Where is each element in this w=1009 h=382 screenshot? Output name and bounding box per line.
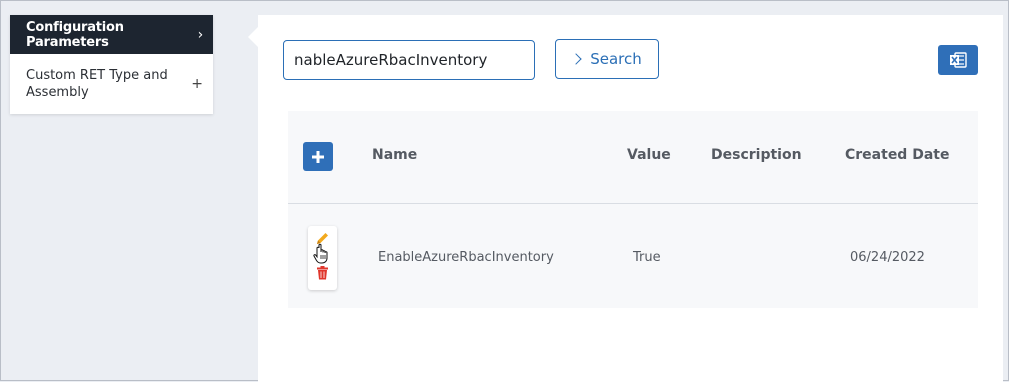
search-input[interactable]	[283, 40, 535, 80]
main-panel: Search Name Value Description Created Da…	[258, 15, 1003, 382]
sidebar-item-custom-ret-type[interactable]: Custom RET Type and Assembly +	[10, 54, 213, 114]
plus-icon	[312, 150, 324, 163]
table-row: EnableAzureRbacInventory True 06/24/2022	[288, 204, 978, 308]
column-header-value[interactable]: Value	[627, 147, 671, 163]
parameters-table: Name Value Description Created Date Enab…	[288, 111, 978, 308]
cell-name: EnableAzureRbacInventory	[378, 250, 554, 265]
panel-pointer	[248, 27, 258, 47]
sidebar-item-configuration-parameters[interactable]: Configuration Parameters ›	[10, 15, 213, 54]
chevron-right-icon	[570, 53, 582, 65]
column-header-name[interactable]: Name	[372, 147, 417, 163]
sidebar-item-label: Custom RET Type and Assembly	[26, 68, 168, 100]
table-header: Name Value Description Created Date	[288, 111, 978, 204]
excel-icon	[950, 52, 967, 68]
trash-icon[interactable]	[316, 266, 329, 280]
row-actions	[308, 226, 337, 290]
column-header-description[interactable]: Description	[711, 147, 802, 163]
hand-cursor-icon	[313, 243, 328, 264]
search-button[interactable]: Search	[555, 39, 659, 79]
search-button-label: Search	[590, 50, 642, 68]
cell-created-date: 06/24/2022	[850, 250, 925, 265]
chevron-right-icon: ›	[197, 26, 204, 43]
add-button[interactable]	[303, 142, 333, 171]
sidebar: Configuration Parameters › Custom RET Ty…	[10, 15, 213, 114]
plus-icon: +	[191, 75, 203, 92]
column-header-created-date[interactable]: Created Date	[845, 147, 949, 163]
cell-value: True	[633, 250, 661, 265]
export-excel-button[interactable]	[938, 45, 978, 75]
sidebar-item-label: Configuration Parameters	[26, 19, 124, 50]
